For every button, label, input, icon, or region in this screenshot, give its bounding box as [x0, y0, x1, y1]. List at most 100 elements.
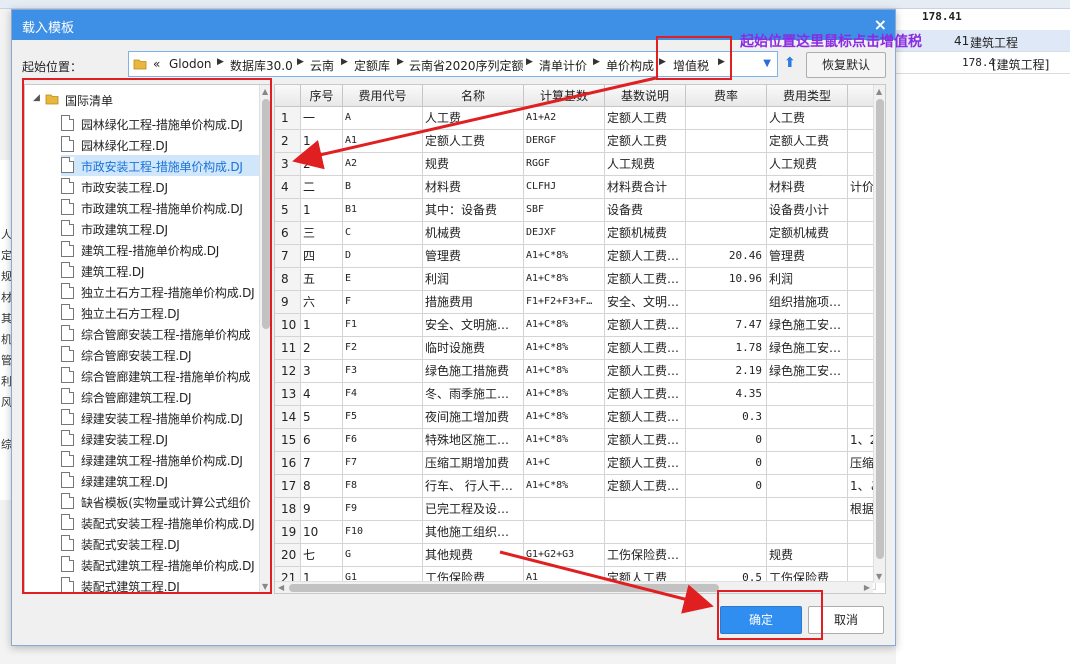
breadcrumb-segment[interactable]: 单价构成 — [606, 57, 654, 74]
grid-cell[interactable]: F5 — [343, 406, 423, 429]
grid-cell[interactable]: 其他规费 — [423, 544, 524, 567]
grid-cell[interactable]: A1+A2 — [524, 107, 605, 130]
grid-cell[interactable] — [686, 544, 767, 567]
grid-cell[interactable]: 0 — [686, 452, 767, 475]
breadcrumb-segment[interactable]: 云南省2020序列定额 — [409, 57, 524, 74]
grid-cell[interactable]: 1、2 — [848, 429, 876, 452]
restore-default-button[interactable]: 恢复默认 — [806, 52, 886, 78]
grid-cell[interactable]: 措施费用 — [423, 291, 524, 314]
grid-cell[interactable]: F — [343, 291, 423, 314]
grid-cell[interactable]: B1 — [343, 199, 423, 222]
grid-cell[interactable]: 7 — [301, 452, 343, 475]
grid-column-header[interactable]: 费率 — [686, 85, 767, 107]
grid-column-header[interactable]: 费用类型 — [767, 85, 848, 107]
grid-cell[interactable]: 7.47 — [686, 314, 767, 337]
grid-cell[interactable]: 材料费合计 — [605, 176, 686, 199]
grid-column-header[interactable] — [848, 85, 876, 107]
grid-cell[interactable]: 4.35 — [686, 383, 767, 406]
grid-cell[interactable]: 1 — [301, 130, 343, 153]
grid-cell[interactable]: 管理费 — [423, 245, 524, 268]
grid-cell[interactable]: 4 — [301, 383, 343, 406]
grid-column-header[interactable]: 计算基数 — [524, 85, 605, 107]
grid-cell[interactable]: 2.19 — [686, 360, 767, 383]
grid-cell[interactable] — [605, 521, 686, 544]
grid-cell[interactable] — [848, 521, 876, 544]
grid-cell[interactable]: 2 — [301, 337, 343, 360]
grid-cell[interactable] — [848, 199, 876, 222]
arrow-up-icon[interactable]: ⬆ — [784, 55, 796, 71]
grid-cell[interactable]: 绿色施工安… — [767, 337, 848, 360]
grid-cell[interactable]: 人工费 — [423, 107, 524, 130]
grid-cell[interactable]: 1 — [301, 314, 343, 337]
grid-column-header[interactable]: 名称 — [423, 85, 524, 107]
grid-cell[interactable]: F6 — [343, 429, 423, 452]
grid-cell[interactable]: 机械费 — [423, 222, 524, 245]
grid-cell[interactable]: A1+C*8% — [524, 429, 605, 452]
scroll-thumb[interactable] — [876, 99, 884, 559]
grid-cell[interactable] — [848, 383, 876, 406]
background-row[interactable]: 178.4 [建筑工程] — [896, 52, 1070, 74]
breadcrumb-overflow[interactable]: « — [153, 57, 160, 71]
grid-cell[interactable]: 定额机械费 — [767, 222, 848, 245]
grid-cell[interactable]: 1 — [301, 199, 343, 222]
grid-cell[interactable] — [848, 107, 876, 130]
grid-cell[interactable]: B — [343, 176, 423, 199]
grid-cell[interactable]: A1+C*8% — [524, 360, 605, 383]
breadcrumb-segment[interactable]: 云南 — [310, 57, 334, 74]
grid-cell[interactable] — [524, 498, 605, 521]
grid-cell[interactable] — [767, 406, 848, 429]
grid-cell[interactable]: F1+F2+F3+F… — [524, 291, 605, 314]
grid-cell[interactable]: 1.78 — [686, 337, 767, 360]
grid-cell[interactable]: 计价 — [848, 176, 876, 199]
grid-cell[interactable]: 利润 — [767, 268, 848, 291]
grid-cell[interactable] — [767, 429, 848, 452]
grid-cell[interactable]: DERGF — [524, 130, 605, 153]
grid-cell[interactable]: 压缩工期增加费 — [423, 452, 524, 475]
grid-cell[interactable]: 定额人工费… — [605, 360, 686, 383]
grid-cell[interactable] — [686, 176, 767, 199]
grid-cell[interactable]: 人工规费 — [605, 153, 686, 176]
grid-cell[interactable]: 组织措施项… — [767, 291, 848, 314]
grid-cell[interactable]: 三 — [301, 222, 343, 245]
grid-cell[interactable]: 定额机械费 — [605, 222, 686, 245]
grid-cell[interactable]: G1+G2+G3 — [524, 544, 605, 567]
grid-cell[interactable]: 0.3 — [686, 406, 767, 429]
grid-cell[interactable]: 设备费 — [605, 199, 686, 222]
grid-cell[interactable]: 定额人工费… — [605, 452, 686, 475]
grid-cell[interactable]: 一 — [301, 107, 343, 130]
scroll-down-icon[interactable]: ▼ — [876, 572, 882, 581]
grid-cell[interactable]: A1+C — [524, 452, 605, 475]
grid-cell[interactable]: 1、こ — [848, 475, 876, 498]
grid-cell[interactable] — [848, 406, 876, 429]
scroll-left-icon[interactable]: ◀ — [278, 583, 284, 592]
grid-cell[interactable] — [686, 199, 767, 222]
grid-cell[interactable]: 绿色施工措施费 — [423, 360, 524, 383]
grid-cell[interactable]: 定额人工费… — [605, 268, 686, 291]
grid-cell[interactable]: F8 — [343, 475, 423, 498]
grid-cell[interactable]: 根据 — [848, 498, 876, 521]
grid-cell[interactable]: 人工规费 — [767, 153, 848, 176]
grid-cell[interactable]: A1+C*8% — [524, 314, 605, 337]
grid-cell[interactable]: 9 — [301, 498, 343, 521]
grid-cell[interactable]: A — [343, 107, 423, 130]
grid-cell[interactable]: 定额人工费… — [605, 429, 686, 452]
grid-cell[interactable]: 临时设施费 — [423, 337, 524, 360]
grid-cell[interactable]: 定额人工费… — [605, 337, 686, 360]
grid-cell[interactable]: 3 — [301, 360, 343, 383]
grid-cell[interactable]: 管理费 — [767, 245, 848, 268]
grid-cell[interactable]: 定额人工费… — [605, 475, 686, 498]
grid-cell[interactable] — [686, 153, 767, 176]
grid-cell[interactable]: F1 — [343, 314, 423, 337]
grid-cell[interactable]: A1+C*8% — [524, 406, 605, 429]
grid-cell[interactable]: SBF — [524, 199, 605, 222]
grid-cell[interactable]: 绿色施工安… — [767, 360, 848, 383]
grid-cell[interactable]: 材料费 — [423, 176, 524, 199]
grid-column-header[interactable]: 费用代号 — [343, 85, 423, 107]
grid-cell[interactable]: CLFHJ — [524, 176, 605, 199]
grid-cell[interactable] — [524, 521, 605, 544]
grid-cell[interactable]: A2 — [343, 153, 423, 176]
breadcrumb-arrow-icon[interactable]: ▶ — [341, 57, 348, 67]
grid-cell[interactable]: 规费 — [767, 544, 848, 567]
scroll-up-icon[interactable]: ▲ — [876, 87, 882, 96]
grid-cell[interactable]: E — [343, 268, 423, 291]
